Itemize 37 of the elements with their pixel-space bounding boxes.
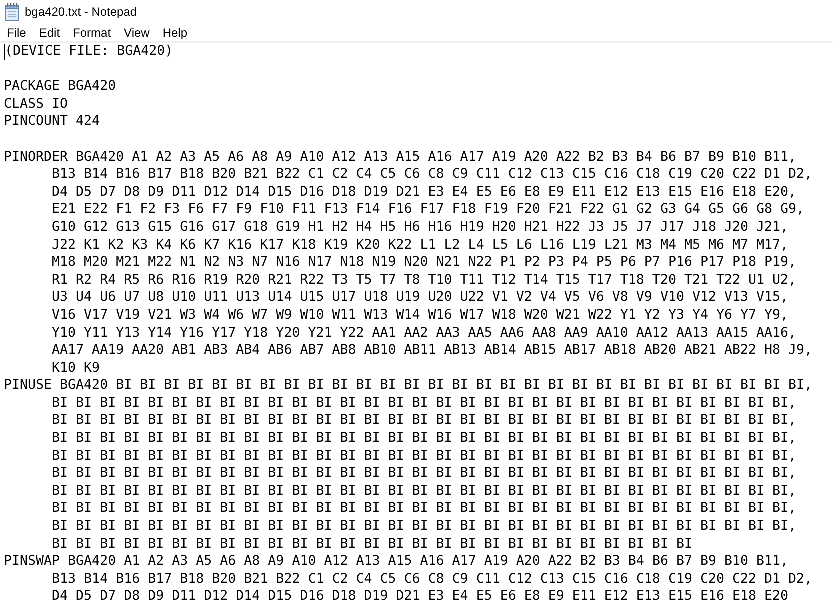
menu-item[interactable]: File xyxy=(1,24,32,41)
text-line: (DEVICE FILE: BGA420) xyxy=(5,43,174,61)
text-line: J22 K1 K2 K3 K4 K6 K7 K16 K17 K18 K19 K20 K22 L1 L2 L4 L5 L6 L16 L19 L21 M3 M4 M5 M6 M7 M17, xyxy=(52,236,789,254)
text-line: D4 D5 D7 D8 D9 D11 D12 D14 D15 D16 D18 D19 D21 E3 E4 E5 E6 E8 E9 E11 E12 E13 E15 E16 E18 E20 xyxy=(52,588,789,606)
text-line: PINORDER BGA420 A1 A2 A3 A5 A6 A8 A9 A10 A12 A13 A15 A16 A17 A19 A20 A22 B2 B3 B4 B6 B7 B9 B10 B11, xyxy=(4,148,797,166)
menu-item[interactable]: Help xyxy=(156,24,194,41)
text-line: R1 R2 R4 R5 R6 R16 R19 R20 R21 R22 T3 T5 T7 T8 T10 T11 T12 T14 T15 T17 T18 T20 T21 T22 U1 U2, xyxy=(52,272,797,290)
menu-item[interactable]: Format xyxy=(67,24,118,41)
menu-item[interactable]: View xyxy=(118,24,156,41)
text-line: CLASS IO xyxy=(4,96,68,114)
notebook-icon xyxy=(3,3,21,21)
text-line: AA17 AA19 AA20 AB1 AB3 AB4 AB6 AB7 AB8 AB10 AB11 AB13 AB14 AB15 AB17 AB18 AB20 AB21 AB22 H8 J9, xyxy=(52,342,813,360)
text-line: BI BI BI BI BI BI BI BI BI BI BI BI BI BI BI BI BI BI BI BI BI BI BI BI BI BI BI BI BI BI BI, xyxy=(52,518,797,536)
text-line: D4 D5 D7 D8 D9 D11 D12 D14 D15 D16 D18 D19 D21 E3 E4 E5 E6 E8 E9 E11 E12 E13 E15 E16 E18 E20, xyxy=(52,184,797,202)
text-line: BI BI BI BI BI BI BI BI BI BI BI BI BI BI BI BI BI BI BI BI BI BI BI BI BI BI BI BI BI BI BI, xyxy=(52,430,797,448)
text-line: B13 B14 B16 B17 B18 B20 B21 B22 C1 C2 C4 C5 C6 C8 C9 C11 C12 C13 C15 C16 C18 C19 C20 C22 D1 D2, xyxy=(52,570,813,588)
text-line: PINUSE BGA420 BI BI BI BI BI BI BI BI BI BI BI BI BI BI BI BI BI BI BI BI BI BI BI BI BI BI BI BI BI, xyxy=(4,377,813,395)
window-title: bga420.txt - Notepad xyxy=(25,5,138,19)
text-line: PACKAGE BGA420 xyxy=(4,78,116,96)
text-line: M18 M20 M21 M22 N1 N2 N3 N7 N16 N17 N18 N19 N20 N21 N22 P1 P2 P3 P4 P5 P6 P7 P16 P17 P18 P19, xyxy=(52,254,797,272)
text-line: G10 G12 G13 G15 G16 G17 G18 G19 H1 H2 H4 H5 H6 H16 H19 H20 H21 H22 J3 J5 J7 J17 J18 J20 J21, xyxy=(52,218,789,237)
text-line: BI BI BI BI BI BI BI BI BI BI BI BI BI BI BI BI BI BI BI BI BI BI BI BI BI BI BI BI BI BI BI, xyxy=(52,394,797,412)
text-line: K10 K9 xyxy=(52,360,100,378)
text-line: V16 V17 V19 V21 W3 W4 W6 W7 W9 W10 W11 W13 W14 W16 W17 W18 W20 W21 W22 Y1 Y2 Y3 Y4 Y6 Y7 Y9, xyxy=(52,306,789,324)
text-line: E21 E22 F1 F2 F3 F6 F7 F9 F10 F11 F13 F14 F16 F17 F18 F19 F20 F21 F22 G1 G2 G3 G4 G5 G6 G8 G9, xyxy=(52,201,805,219)
text-line: BI BI BI BI BI BI BI BI BI BI BI BI BI BI BI BI BI BI BI BI BI BI BI BI BI BI BI BI BI BI BI, xyxy=(52,482,797,500)
text-line: BI BI BI BI BI BI BI BI BI BI BI BI BI BI BI BI BI BI BI BI BI BI BI BI BI BI BI BI BI BI BI, xyxy=(52,412,797,430)
text-line: PINCOUNT 424 xyxy=(4,113,100,131)
text-line: B13 B14 B16 B17 B18 B20 B21 B22 C1 C2 C4 C5 C6 C8 C9 C11 C12 C13 C15 C16 C18 C19 C20 C22 D1 D2, xyxy=(52,166,813,184)
text-line: BI BI BI BI BI BI BI BI BI BI BI BI BI BI BI BI BI BI BI BI BI BI BI BI BI BI BI BI BI BI BI, xyxy=(52,448,797,466)
text-line: PINSWAP BGA420 A1 A2 A3 A5 A6 A8 A9 A10 A12 A13 A15 A16 A17 A19 A20 A22 B2 B3 B4 B6 B7 B9 B10 B11, xyxy=(4,553,789,571)
text-line: Y10 Y11 Y13 Y14 Y16 Y17 Y18 Y20 Y21 Y22 AA1 AA2 AA3 AA5 AA6 AA8 AA9 AA10 AA12 AA13 AA15 AA16, xyxy=(52,324,797,342)
text-line: BI BI BI BI BI BI BI BI BI BI BI BI BI BI BI BI BI BI BI BI BI BI BI BI BI BI BI BI BI BI BI, xyxy=(52,465,797,483)
text-line: U3 U4 U6 U7 U8 U10 U11 U13 U14 U15 U17 U18 U19 U20 U22 V1 V2 V4 V5 V6 V8 V9 V10 V12 V13 V15, xyxy=(52,289,789,307)
text-line: BI BI BI BI BI BI BI BI BI BI BI BI BI BI BI BI BI BI BI BI BI BI BI BI BI BI BI xyxy=(52,536,692,554)
menu-item[interactable]: Edit xyxy=(33,24,66,41)
text-line: BI BI BI BI BI BI BI BI BI BI BI BI BI BI BI BI BI BI BI BI BI BI BI BI BI BI BI BI BI BI BI, xyxy=(52,500,797,518)
